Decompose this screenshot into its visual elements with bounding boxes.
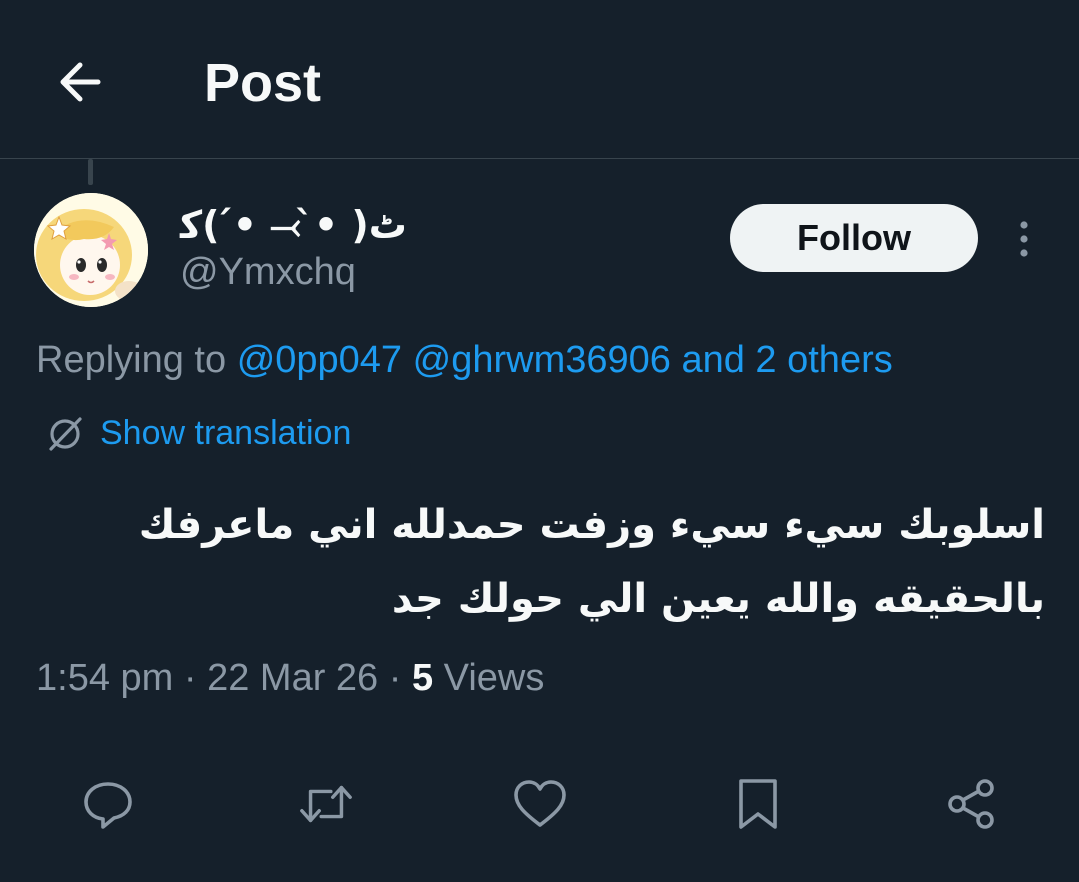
back-button[interactable] [48,50,112,114]
tweet-time[interactable]: 1:54 pm [36,657,173,699]
follow-button[interactable]: Follow [730,204,978,272]
avatar[interactable] [34,193,148,307]
more-vertical-icon [1020,221,1028,257]
views-label: Views [443,657,545,699]
reply-button[interactable] [80,776,136,832]
bookmark-button[interactable] [730,776,786,832]
heart-icon [514,780,566,827]
show-translation-label: Show translation [100,414,352,452]
replying-to-label: Replying to [36,339,227,381]
tweet-meta: 1:54 pm · 22 Mar 26 · 5 Views [36,654,544,702]
tweet-text: اسلوبك سيء سيء وزفت حمدلله اني ماعرفك با… [45,488,1045,636]
display-name[interactable]: ٹ( •̀ ⤙ •́ )ﮐ [180,203,407,247]
globe-slash-icon [49,417,82,451]
meta-separator: · [183,657,197,699]
tweet-text-line: بالحقيقه والله يعين الي حولك جد [391,576,1045,622]
mention-link[interactable]: @0pp047 [237,339,402,381]
repost-button[interactable] [298,776,354,832]
repost-icon [300,785,352,823]
share-icon [948,779,994,829]
thread-connector [88,159,93,185]
arrow-left-icon [60,62,101,102]
top-bar: Post [0,0,1079,159]
reply-icon [84,782,132,829]
user-handle[interactable]: @Ymxchq [180,250,356,294]
replying-to: Replying to @0pp047 @ghrwm36906 and 2 ot… [36,336,893,384]
like-button[interactable] [512,776,568,832]
meta-separator: · [388,657,402,699]
show-translation-button[interactable]: Show translation [46,410,351,456]
more-options-button[interactable] [1004,214,1044,264]
views-count: 5 [411,657,434,699]
tweet-text-line: اسلوبك سيء سيء وزفت حمدلله اني ماعرفك [138,502,1045,548]
share-button[interactable] [944,776,1000,832]
mention-link[interactable]: @ghrwm36906 [413,339,671,381]
others-link[interactable]: and 2 others [681,339,892,381]
tweet-date[interactable]: 22 Mar 26 [207,657,378,699]
bookmark-icon [739,779,777,829]
page-title: Post [204,53,322,113]
avatar-anime-girl-icon [34,193,148,307]
